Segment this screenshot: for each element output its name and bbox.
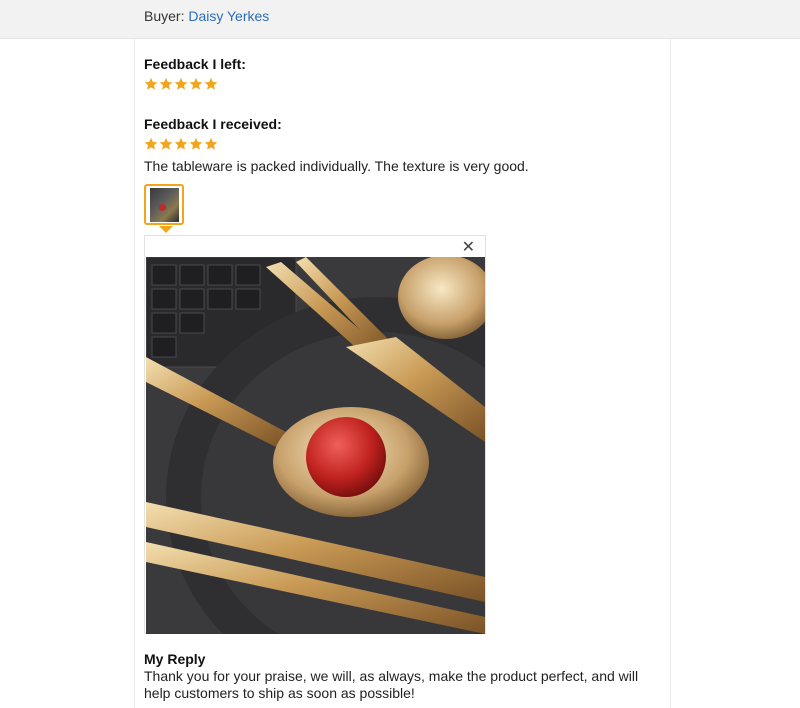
photo-viewer: ✕	[144, 235, 486, 634]
star-icon	[144, 137, 158, 151]
close-icon[interactable]: ✕	[462, 239, 475, 257]
feedback-received-heading: Feedback I received:	[144, 116, 282, 132]
star-icon	[159, 137, 173, 151]
tableware-photo-illustration	[146, 257, 485, 634]
thumbnail-pointer	[159, 226, 173, 233]
feedback-received-rating	[144, 137, 218, 151]
star-icon	[204, 77, 218, 91]
star-icon	[144, 77, 158, 91]
feedback-comment: The tableware is packed individually. Th…	[144, 158, 529, 174]
reply-text: Thank you for your praise, we will, as a…	[144, 668, 639, 701]
star-icon	[174, 77, 188, 91]
feedback-left-heading: Feedback I left:	[144, 56, 246, 72]
thumbnail-tomato	[159, 204, 166, 211]
photo-thumbnail[interactable]	[144, 184, 184, 225]
star-icon	[189, 77, 203, 91]
feedback-photo[interactable]	[146, 257, 485, 634]
reply-title: My Reply	[144, 651, 206, 667]
buyer-info: Buyer: Daisy Yerkes	[144, 8, 269, 24]
buyer-label: Buyer:	[144, 8, 185, 24]
feedback-left-rating	[144, 77, 218, 91]
star-icon	[159, 77, 173, 91]
star-icon	[189, 137, 203, 151]
order-header-bar: Buyer: Daisy Yerkes	[0, 0, 800, 39]
star-icon	[204, 137, 218, 151]
buyer-name-link[interactable]: Daisy Yerkes	[188, 8, 269, 24]
star-icon	[174, 137, 188, 151]
